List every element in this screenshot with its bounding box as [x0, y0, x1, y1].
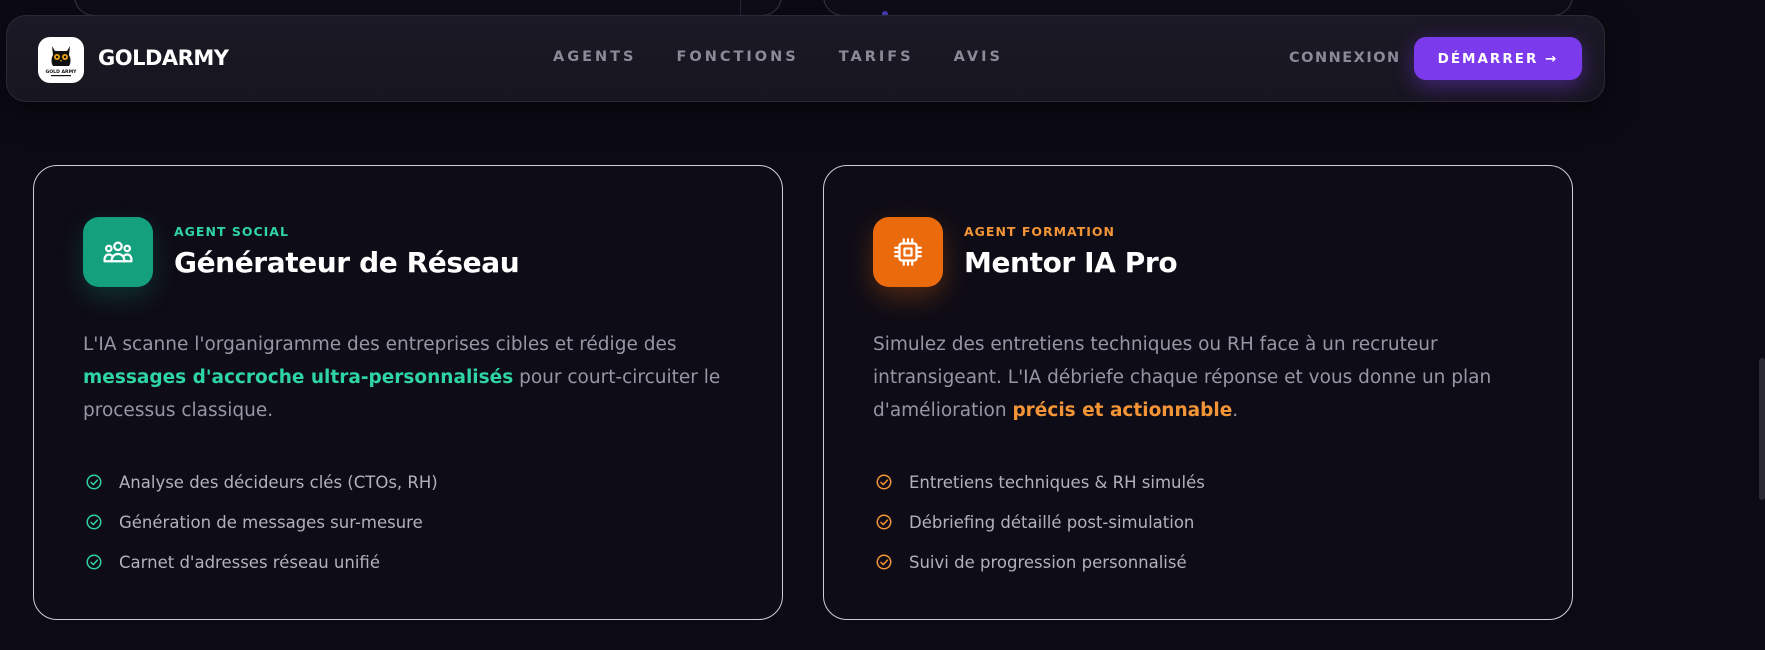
- feature-label: Suivi de progression personnalisé: [909, 552, 1187, 572]
- check-circle-icon: [876, 554, 892, 570]
- card-title: Générateur de Réseau: [174, 246, 520, 279]
- page: GOLD ARMY GOLDARMY AGENTS FONCTIONS TARI…: [0, 0, 1765, 650]
- brand-logo[interactable]: GOLD ARMY: [38, 37, 84, 83]
- previous-card-right: [823, 0, 1573, 17]
- users-icon: [103, 241, 133, 263]
- desc-highlight: messages d'accroche ultra-personnalisés: [83, 367, 514, 388]
- top-navbar: GOLD ARMY GOLDARMY AGENTS FONCTIONS TARI…: [6, 15, 1605, 102]
- card-description: L'IA scanne l'organigramme des entrepris…: [83, 328, 723, 427]
- divider: [740, 0, 741, 15]
- start-button[interactable]: DÉMARRER →: [1414, 37, 1582, 80]
- nav-link-fonctions[interactable]: FONCTIONS: [677, 49, 799, 65]
- nav-link-avis[interactable]: AVIS: [954, 49, 1003, 65]
- agent-card-social: AGENT SOCIAL Générateur de Réseau L'IA s…: [33, 165, 783, 620]
- login-link[interactable]: CONNEXION: [1289, 50, 1401, 66]
- logo-text: GOLD ARMY: [45, 69, 77, 75]
- nav-links: AGENTS FONCTIONS TARIFS AVIS: [553, 49, 1003, 65]
- feature-label: Génération de messages sur-mesure: [119, 512, 423, 532]
- feature-item: Débriefing détaillé post-simulation: [873, 502, 1205, 542]
- feature-label: Carnet d'adresses réseau unifié: [119, 552, 380, 572]
- brand-name[interactable]: GOLDARMY: [98, 46, 229, 70]
- card-kicker: AGENT FORMATION: [964, 224, 1116, 239]
- agent-card-formation: AGENT FORMATION Mentor IA Pro Simulez de…: [823, 165, 1573, 620]
- feature-item: Génération de messages sur-mesure: [83, 502, 438, 542]
- check-circle-icon: [86, 474, 102, 490]
- feature-item: Suivi de progression personnalisé: [873, 542, 1205, 582]
- feature-list: Analyse des décideurs clés (CTOs, RH) Gé…: [83, 462, 438, 582]
- owl-logo-icon: GOLD ARMY: [45, 46, 77, 77]
- scrollbar-thumb[interactable]: [1759, 358, 1765, 500]
- check-circle-icon: [876, 514, 892, 530]
- check-circle-icon: [876, 474, 892, 490]
- card-title: Mentor IA Pro: [964, 246, 1178, 279]
- feature-label: Analyse des décideurs clés (CTOs, RH): [119, 472, 438, 492]
- agent-icon-tile: [873, 217, 943, 287]
- check-circle-icon: [86, 514, 102, 530]
- previous-card-left: [74, 0, 782, 16]
- feature-item: Entretiens techniques & RH simulés: [873, 462, 1205, 502]
- nav-link-tarifs[interactable]: TARIFS: [839, 49, 914, 65]
- card-kicker: AGENT SOCIAL: [174, 224, 289, 239]
- desc-text: .: [1232, 400, 1239, 421]
- nav-link-agents[interactable]: AGENTS: [553, 49, 637, 65]
- check-circle-icon: [86, 554, 102, 570]
- feature-item: Carnet d'adresses réseau unifié: [83, 542, 438, 582]
- feature-label: Débriefing détaillé post-simulation: [909, 512, 1195, 532]
- agent-icon-tile: [83, 217, 153, 287]
- desc-highlight: précis et actionnable: [1012, 400, 1233, 421]
- feature-item: Analyse des décideurs clés (CTOs, RH): [83, 462, 438, 502]
- feature-label: Entretiens techniques & RH simulés: [909, 472, 1205, 492]
- card-description: Simulez des entretiens techniques ou RH …: [873, 328, 1513, 427]
- desc-text: L'IA scanne l'organigramme des entrepris…: [83, 334, 677, 355]
- feature-list: Entretiens techniques & RH simulés Débri…: [873, 462, 1205, 582]
- cpu-chip-icon: [894, 238, 922, 266]
